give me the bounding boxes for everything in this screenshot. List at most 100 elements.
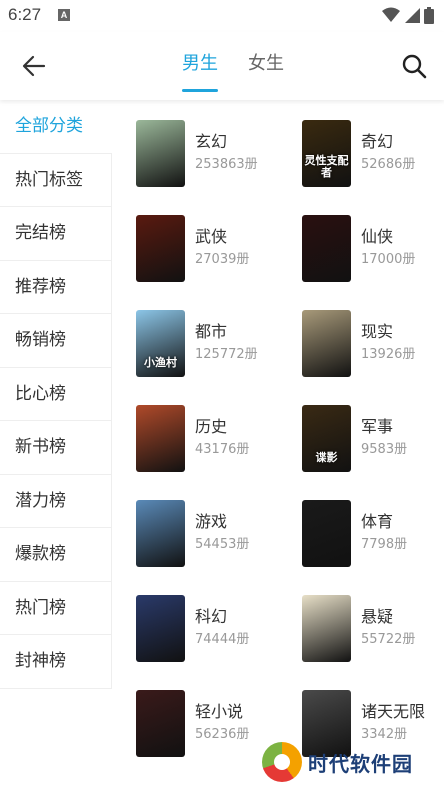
category-cover-image — [136, 405, 185, 472]
category-count: 13926册 — [361, 347, 416, 362]
category-meta: 历史 43176册 — [195, 405, 249, 459]
signal-icon — [405, 8, 420, 23]
sidebar: 全部分类 热门标签 完结榜 推荐榜 畅销榜 比心榜 新书榜 潜力榜 爆款榜 热门… — [0, 100, 112, 791]
category-cover-image — [136, 595, 185, 662]
category-cover-image — [302, 595, 351, 662]
back-arrow-icon[interactable] — [20, 52, 48, 80]
category-name: 悬疑 — [361, 607, 394, 626]
category-meta: 悬疑 55722册 — [361, 595, 415, 649]
category-item[interactable]: 现实 13926册 — [278, 310, 444, 377]
category-item[interactable]: 武侠 27039册 — [112, 215, 278, 282]
gender-tabs: 男生 女生 — [182, 32, 284, 100]
category-item[interactable]: 轻小说 56236册 — [112, 690, 278, 757]
category-count: 74444册 — [195, 632, 250, 647]
sidebar-item-heart[interactable]: 比心榜 — [0, 367, 112, 421]
wifi-icon — [382, 7, 400, 22]
category-count: 9583册 — [361, 442, 408, 457]
status-icons — [382, 6, 434, 24]
watermark: 时代软件园 — [262, 742, 413, 782]
category-item[interactable]: 谍影 军事 9583册 — [278, 405, 444, 472]
category-count: 253863册 — [195, 157, 258, 172]
sidebar-item-bestselling[interactable]: 畅销榜 — [0, 314, 112, 368]
category-cover-image — [136, 215, 185, 282]
category-name: 游戏 — [195, 512, 228, 531]
category-cover-image — [136, 690, 185, 757]
category-name: 诸天无限 — [361, 702, 426, 721]
category-meta: 体育 7798册 — [361, 500, 407, 554]
category-meta: 玄幻 253863册 — [195, 120, 258, 174]
category-name: 轻小说 — [195, 702, 244, 721]
category-count: 27039册 — [195, 252, 250, 267]
category-count: 43176册 — [195, 442, 250, 457]
category-cover-image: 灵性支配者 — [302, 120, 351, 187]
sidebar-item-all-categories[interactable]: 全部分类 — [0, 100, 112, 154]
category-count: 7798册 — [361, 537, 408, 552]
tab-male[interactable]: 男生 — [182, 32, 218, 100]
category-meta: 仙侠 17000册 — [361, 215, 415, 269]
header: 男生 女生 — [0, 32, 444, 100]
category-item[interactable]: 仙侠 17000册 — [278, 215, 444, 282]
category-meta: 游戏 54453册 — [195, 500, 249, 554]
category-grid: 玄幻 253863册 灵性支配者 奇幻 52686册武侠 27039册 仙侠 17000册小渔… — [112, 100, 444, 757]
sidebar-item-hot[interactable]: 热门榜 — [0, 581, 112, 635]
category-meta: 都市 125772册 — [195, 310, 258, 364]
watermark-text: 时代软件园 — [308, 753, 413, 776]
category-item[interactable]: 历史 43176册 — [112, 405, 278, 472]
sidebar-item-viral[interactable]: 爆款榜 — [0, 528, 112, 582]
category-cover-image — [302, 500, 351, 567]
category-item[interactable]: 游戏 54453册 — [112, 500, 278, 567]
category-count: 17000册 — [361, 252, 416, 267]
category-name: 军事 — [361, 417, 394, 436]
category-item[interactable]: 灵性支配者 奇幻 52686册 — [278, 120, 444, 187]
sidebar-item-new-books[interactable]: 新书榜 — [0, 421, 112, 475]
sidebar-item-recommended[interactable]: 推荐榜 — [0, 260, 112, 314]
category-meta: 科幻 74444册 — [195, 595, 249, 649]
category-meta: 武侠 27039册 — [195, 215, 249, 269]
category-name: 科幻 — [195, 607, 228, 626]
category-name: 体育 — [361, 512, 394, 531]
category-name: 奇幻 — [361, 132, 394, 151]
sidebar-item-legend[interactable]: 封神榜 — [0, 635, 112, 689]
category-count: 54453册 — [195, 537, 250, 552]
category-cover-image — [302, 215, 351, 282]
category-count: 52686册 — [361, 157, 416, 172]
category-name: 武侠 — [195, 227, 228, 246]
category-item[interactable]: 小渔村 都市 125772册 — [112, 310, 278, 377]
category-name: 现实 — [361, 322, 394, 341]
category-cover-image — [302, 310, 351, 377]
category-name: 玄幻 — [195, 132, 228, 151]
category-count: 56236册 — [195, 727, 250, 742]
category-cover-image — [136, 120, 185, 187]
watermark-logo-icon — [262, 742, 302, 782]
category-item[interactable]: 体育 7798册 — [278, 500, 444, 567]
category-meta: 轻小说 56236册 — [195, 690, 249, 744]
category-cover-image — [136, 500, 185, 567]
category-meta: 奇幻 52686册 — [361, 120, 415, 174]
category-meta: 军事 9583册 — [361, 405, 407, 459]
category-count: 125772册 — [195, 347, 258, 362]
category-item[interactable]: 玄幻 253863册 — [112, 120, 278, 187]
category-meta: 现实 13926册 — [361, 310, 415, 364]
category-count: 55722册 — [361, 632, 416, 647]
sidebar-item-potential[interactable]: 潜力榜 — [0, 474, 112, 528]
category-content: 玄幻 253863册 灵性支配者 奇幻 52686册武侠 27039册 仙侠 17000册小渔… — [112, 100, 444, 791]
battery-icon — [424, 6, 434, 24]
category-name: 仙侠 — [361, 227, 394, 246]
tab-female[interactable]: 女生 — [248, 32, 284, 100]
category-name: 历史 — [195, 417, 228, 436]
sidebar-item-completed[interactable]: 完结榜 — [0, 207, 112, 261]
category-item[interactable]: 悬疑 55722册 — [278, 595, 444, 662]
category-meta: 诸天无限 3342册 — [361, 690, 425, 744]
cover-title: 灵性支配者 — [304, 154, 349, 179]
category-cover-image: 谍影 — [302, 405, 351, 472]
category-name: 都市 — [195, 322, 228, 341]
cover-title: 谍影 — [315, 451, 338, 464]
status-time: 6:27 — [8, 5, 42, 24]
search-icon[interactable] — [400, 52, 428, 80]
notification-icon: A — [58, 9, 70, 21]
cover-title: 小渔村 — [144, 356, 177, 369]
category-item[interactable]: 科幻 74444册 — [112, 595, 278, 662]
sidebar-item-hot-tags[interactable]: 热门标签 — [0, 153, 112, 207]
category-cover-image: 小渔村 — [136, 310, 185, 377]
status-bar: 6:27 A — [0, 0, 444, 32]
